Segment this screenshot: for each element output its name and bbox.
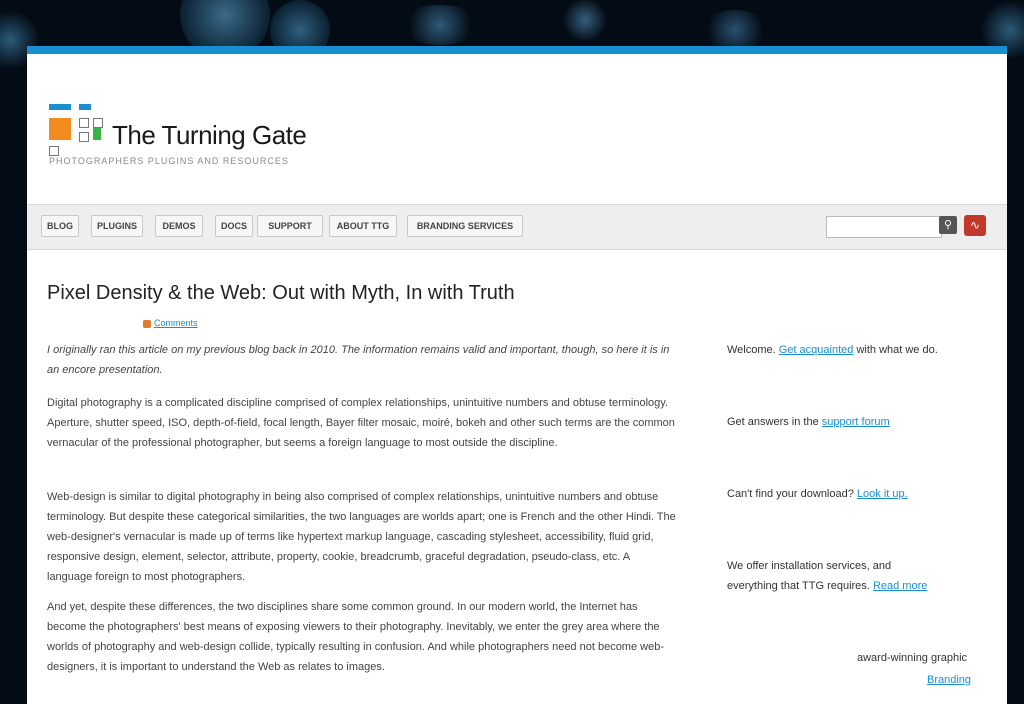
- page-container: The Turning Gate PHOTOGRAPHERS PLUGINS A…: [27, 46, 1007, 704]
- sidebar-welcome: Welcome. Get acquainted with what we do.: [727, 344, 938, 356]
- comments-link[interactable]: Comments: [154, 318, 198, 328]
- sidebar-services: We offer installation services, and: [727, 560, 891, 572]
- services-text-2: everything that TTG requires.: [727, 580, 870, 592]
- download-text: Can't find your download?: [727, 488, 854, 500]
- welcome-tail: with what we do.: [856, 344, 938, 356]
- background-bokeh: [560, 0, 610, 40]
- article-meta: Comments: [143, 318, 198, 328]
- services-text: We offer installation services, and: [727, 560, 892, 572]
- logo-title: The Turning Gate: [112, 120, 307, 150]
- background-bokeh: [400, 5, 480, 45]
- comment-icon: [143, 319, 151, 328]
- logo-tagline: PHOTOGRAPHERS PLUGINS AND RESOURCES: [49, 156, 289, 166]
- nav-plugins[interactable]: PLUGINS: [91, 215, 143, 237]
- get-acquainted-link[interactable]: Get acquainted: [779, 344, 854, 356]
- article-title[interactable]: Pixel Density & the Web: Out with Myth, …: [47, 282, 515, 305]
- nav-blog[interactable]: BLOG: [41, 215, 79, 237]
- article-paragraph: Digital photography is a complicated dis…: [47, 397, 675, 449]
- main-nav: BLOG PLUGINS DEMOS DOCS SUPPORT ABOUT TT…: [27, 204, 1007, 250]
- read-more-link[interactable]: Read more: [873, 580, 927, 592]
- branding-link[interactable]: Branding: [927, 674, 971, 686]
- nav-demos[interactable]: DEMOS: [155, 215, 203, 237]
- sidebar-award: award-winning graphic: [857, 652, 967, 664]
- sidebar-answers: Get answers in the support forum: [727, 416, 890, 428]
- article-paragraph: And yet, despite these differences, the …: [47, 601, 664, 673]
- article-intro: I originally ran this article on my prev…: [47, 344, 670, 376]
- support-forum-link[interactable]: support forum: [822, 416, 890, 428]
- search-input[interactable]: [826, 216, 942, 238]
- search-icon[interactable]: ⚲: [939, 216, 957, 234]
- nav-docs[interactable]: DOCS: [215, 215, 253, 237]
- nav-branding[interactable]: BRANDING SERVICES: [407, 215, 523, 237]
- look-it-up-link[interactable]: Look it up.: [857, 488, 908, 500]
- logo-mark: [49, 104, 103, 156]
- article-paragraph: Web-design is similar to digital photogr…: [47, 491, 676, 583]
- site-logo[interactable]: The Turning Gate PHOTOGRAPHERS PLUGINS A…: [45, 96, 307, 166]
- sidebar-branding: Branding: [927, 674, 971, 686]
- welcome-text: Welcome.: [727, 344, 776, 356]
- nav-support[interactable]: SUPPORT: [257, 215, 323, 237]
- sidebar-services-2: everything that TTG requires. Read more: [727, 580, 927, 592]
- answers-text: Get answers in the: [727, 416, 819, 428]
- background-bokeh: [700, 10, 770, 50]
- rss-icon[interactable]: ∿: [964, 215, 986, 236]
- nav-about[interactable]: ABOUT TTG: [329, 215, 397, 237]
- award-text: award-winning graphic: [857, 652, 968, 664]
- sidebar-download: Can't find your download? Look it up.: [727, 488, 908, 500]
